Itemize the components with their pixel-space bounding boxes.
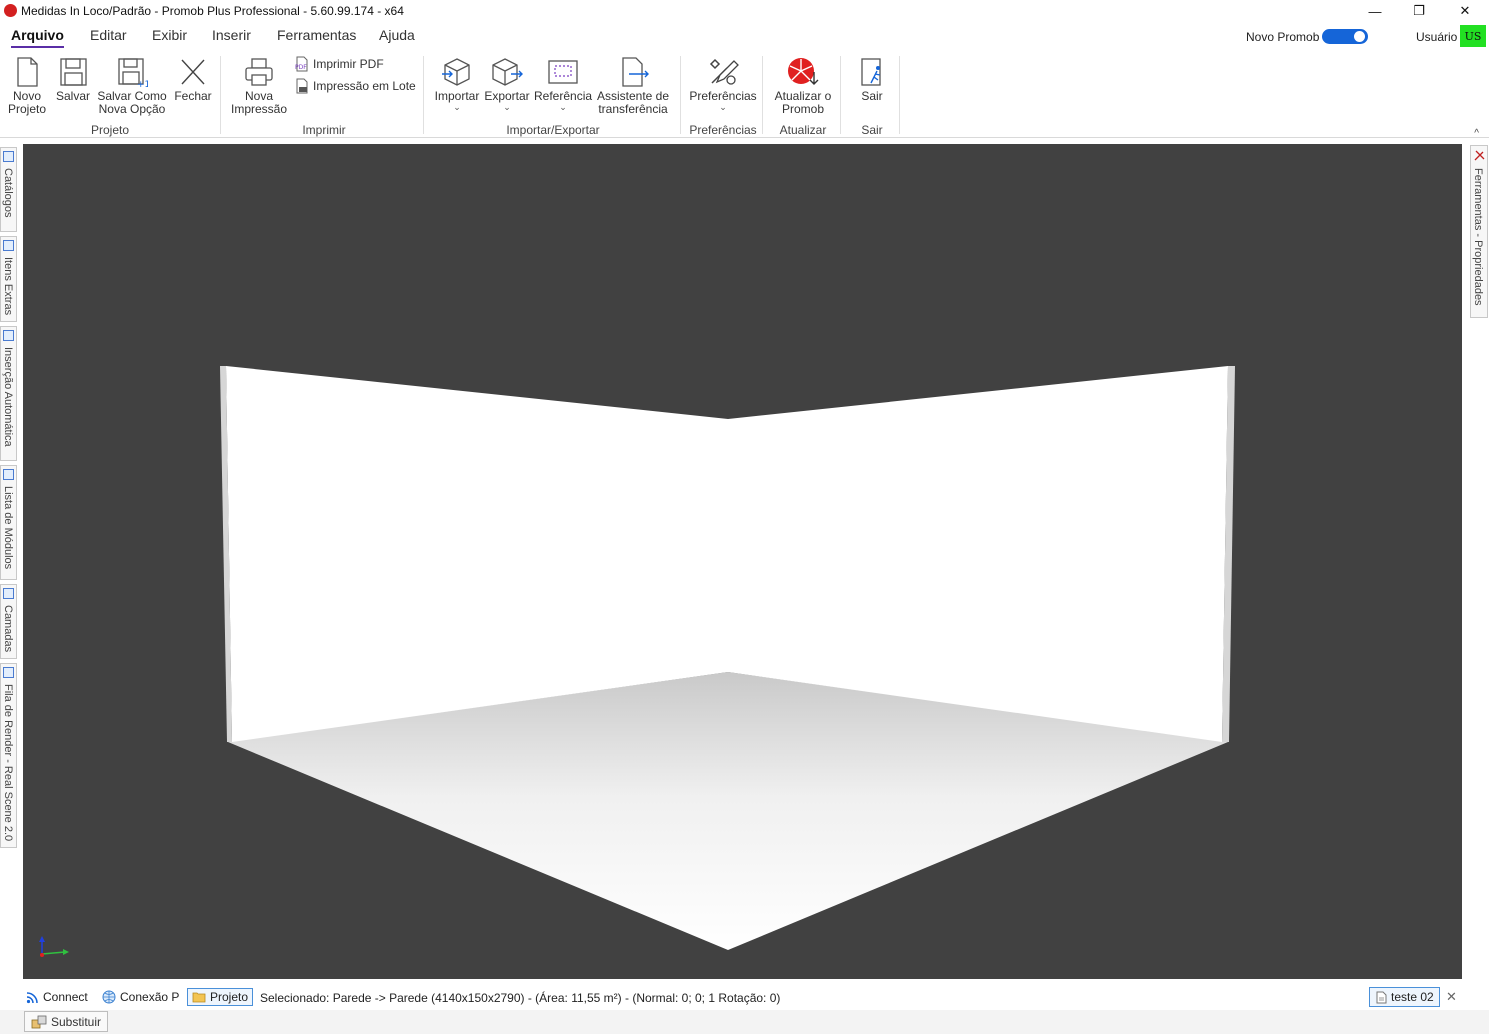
window-title: Medidas In Loco/Padrão - Promob Plus Pro… xyxy=(21,4,404,18)
reference-icon xyxy=(548,60,578,84)
chevron-down-icon: ⌄ xyxy=(453,102,461,112)
user-avatar[interactable]: US xyxy=(1460,25,1486,47)
svg-text:+1: +1 xyxy=(137,80,148,88)
close-icon xyxy=(181,59,205,85)
document-icon xyxy=(1376,991,1387,1003)
ribbon: Novo Projeto Salvar +1 Salvar Como Nova … xyxy=(0,50,1489,139)
save-icon xyxy=(60,58,87,86)
update-icon xyxy=(788,58,819,85)
ribbon-separator xyxy=(220,56,221,134)
menu-arquivo[interactable]: Arquivo xyxy=(11,27,64,48)
render-queue-icon xyxy=(3,667,14,678)
fechar-button[interactable]: Fechar xyxy=(172,56,214,103)
selection-status-text: Selecionado: Parede -> Parede (4140x150x… xyxy=(260,991,781,1005)
chevron-down-icon: ⌄ xyxy=(559,102,567,112)
chevron-down-icon: ⌄ xyxy=(503,102,511,112)
status-bar: Connect Conexão P Projeto Selecionado: P… xyxy=(0,985,1489,1009)
ribbon-separator xyxy=(423,56,424,134)
referencia-button[interactable]: Referência ⌄ xyxy=(534,56,592,112)
export-cube-icon xyxy=(492,58,523,86)
close-document-button[interactable]: ✕ xyxy=(1446,989,1457,1005)
wifi-icon xyxy=(26,991,38,1003)
sair-button[interactable]: Sair xyxy=(850,56,894,103)
bottom-bar: Substituir xyxy=(0,1010,1489,1034)
tab-lista-de-modulos[interactable]: Lista de Módulos xyxy=(0,465,17,580)
menu-exibir[interactable]: Exibir xyxy=(152,27,187,43)
user-label: Usuário xyxy=(1416,30,1458,44)
preferencias-button[interactable]: Preferências ⌄ xyxy=(688,56,758,112)
conexao-tab[interactable]: Conexão P xyxy=(102,988,179,1006)
maximize-button[interactable]: ❐ xyxy=(1396,0,1442,22)
group-label-imprimir: Imprimir xyxy=(302,123,346,137)
nova-impressao-button[interactable]: Nova Impressão xyxy=(228,56,290,116)
chevron-down-icon: ⌄ xyxy=(719,102,727,112)
tools-properties-icon xyxy=(1474,150,1485,161)
app-logo-icon xyxy=(4,4,17,17)
document-tab[interactable]: teste 02 xyxy=(1369,987,1440,1007)
room-3d-scene[interactable] xyxy=(23,144,1462,979)
menu-inserir[interactable]: Inserir xyxy=(212,27,251,43)
menu-ferramentas[interactable]: Ferramentas xyxy=(277,27,356,43)
batch-print-icon xyxy=(296,78,308,94)
tab-camadas[interactable]: Camadas xyxy=(0,584,17,659)
axis-gizmo-icon xyxy=(39,936,69,957)
group-label-projeto: Projeto xyxy=(90,123,130,137)
tab-fila-de-render[interactable]: Fila de Render - Real Scene 2.0 xyxy=(0,663,17,848)
minimize-button[interactable]: — xyxy=(1352,0,1398,22)
module-list-icon xyxy=(3,469,14,480)
globe-icon xyxy=(102,990,116,1004)
assistente-transferencia-button[interactable]: Assistente de transferência xyxy=(594,56,672,116)
menu-editar[interactable]: Editar xyxy=(90,27,127,43)
tab-insercao-automatica[interactable]: Inserção Automática xyxy=(0,326,17,461)
substituir-button[interactable]: Substituir xyxy=(24,1011,109,1032)
svg-text:PDF: PDF xyxy=(295,64,307,71)
exportar-button[interactable]: Exportar ⌄ xyxy=(482,56,532,112)
group-label-sair: Sair xyxy=(861,123,883,137)
imprimir-pdf-button[interactable]: PDF Imprimir PDF xyxy=(294,56,384,72)
left-dock-tabs: Catálogos Itens Extras Inserção Automáti… xyxy=(0,140,18,850)
ribbon-separator xyxy=(899,56,900,134)
printer-icon xyxy=(245,58,273,86)
transfer-document-icon xyxy=(622,57,649,87)
folder-icon xyxy=(192,992,206,1003)
importar-button[interactable]: Importar ⌄ xyxy=(432,56,482,112)
title-bar: Medidas In Loco/Padrão - Promob Plus Pro… xyxy=(0,0,1489,22)
exit-icon xyxy=(861,58,881,86)
import-cube-icon xyxy=(442,58,470,86)
novo-promob-label: Novo Promob xyxy=(1246,30,1320,44)
replace-icon xyxy=(31,1015,47,1028)
novo-promob-toggle[interactable] xyxy=(1322,29,1368,44)
tools-icon xyxy=(709,58,739,85)
new-document-icon xyxy=(17,57,38,87)
layers-icon xyxy=(3,588,14,599)
tab-itens-extras[interactable]: Itens Extras xyxy=(0,236,17,322)
salvar-como-button[interactable]: +1 Salvar Como Nova Opção xyxy=(96,56,168,116)
group-label-importar-exportar: Importar/Exportar xyxy=(506,123,600,137)
save-as-icon: +1 xyxy=(118,58,148,88)
impressao-em-lote-button[interactable]: Impressão em Lote xyxy=(294,78,416,94)
atualizar-promob-button[interactable]: Atualizar o Promob xyxy=(770,56,836,116)
projeto-tab[interactable]: Projeto xyxy=(187,988,254,1006)
collapse-ribbon-button[interactable]: ^ xyxy=(1474,128,1479,139)
3d-viewport[interactable] xyxy=(23,144,1462,979)
novo-projeto-button[interactable]: Novo Projeto xyxy=(6,56,48,116)
tab-catalogos[interactable]: Catálogos xyxy=(0,147,17,232)
catalog-icon xyxy=(3,151,14,162)
pdf-icon: PDF xyxy=(295,56,308,72)
connect-tab[interactable]: Connect xyxy=(26,988,88,1006)
clip-icon xyxy=(3,240,14,251)
salvar-button[interactable]: Salvar xyxy=(54,56,92,103)
close-window-button[interactable]: ✕ xyxy=(1442,0,1488,22)
tab-ferramentas-propriedades[interactable]: Ferramentas - Propriedades xyxy=(1470,145,1488,318)
auto-insert-icon xyxy=(3,330,14,341)
menu-ajuda[interactable]: Ajuda xyxy=(379,27,415,43)
